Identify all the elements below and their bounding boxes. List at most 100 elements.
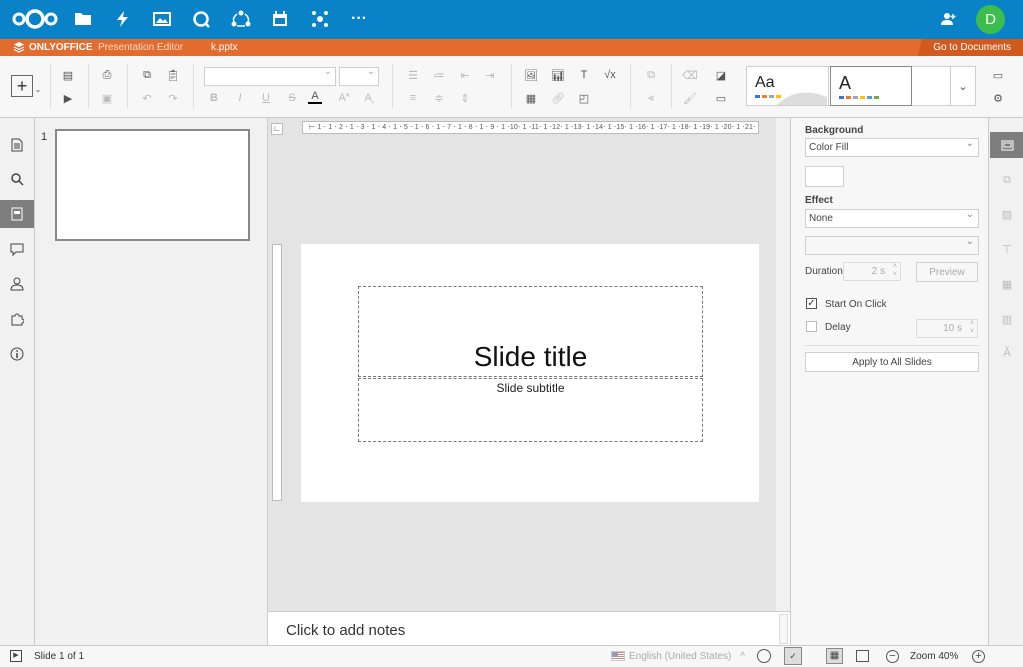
increase-indent-icon[interactable]: ⇥ — [480, 66, 500, 84]
slide-canvas[interactable]: Slide title Slide subtitle — [301, 244, 759, 502]
strikethrough-icon[interactable]: S — [282, 89, 302, 107]
spellcheck-icon[interactable]: ✓ — [784, 647, 802, 665]
title-placeholder[interactable]: Slide title — [358, 286, 703, 377]
calendar-icon[interactable] — [268, 8, 292, 30]
about-icon[interactable] — [0, 340, 34, 368]
slide-settings-icon[interactable] — [990, 132, 1023, 158]
bold-icon[interactable]: B — [204, 89, 224, 107]
insert-link-icon[interactable]: 🔗︎ — [548, 89, 568, 107]
view-settings-icon[interactable]: ▭ — [988, 66, 1008, 84]
insert-chart-icon[interactable]: 📊︎ — [548, 66, 568, 84]
nextcloud-logo[interactable] — [10, 7, 60, 31]
decrease-indent-icon[interactable]: ⇤ — [455, 66, 475, 84]
change-layout-icon[interactable]: ▤ — [58, 66, 78, 84]
add-slide-dropdown-icon[interactable]: ⌄ — [34, 80, 42, 98]
copy-style-icon[interactable]: 🖌︎ — [680, 89, 700, 107]
line-spacing-icon[interactable]: ⇕ — [455, 89, 475, 107]
paste-icon[interactable]: 📋︎ — [163, 66, 183, 84]
fit-to-width-icon[interactable] — [856, 650, 869, 662]
vertical-align-icon[interactable]: ≑ — [429, 89, 449, 107]
horizontal-ruler[interactable]: ⊢ 1 ⋅ 1 ⋅ 2 ⋅ 1 ⋅ 3 ⋅ 1 ⋅ 4 ⋅ 1 ⋅ 5 ⋅ 1 … — [302, 121, 759, 134]
theme-item-1[interactable]: Aa — [747, 67, 829, 105]
file-name[interactable]: k.pptx — [211, 42, 238, 53]
language-select[interactable]: English (United States) — [629, 651, 731, 662]
file-menu-icon[interactable] — [0, 131, 34, 159]
underline-icon[interactable]: U — [256, 89, 276, 107]
delay-spinner[interactable]: 10 s ˄ ˅ — [916, 319, 978, 338]
slide-size-icon[interactable]: ▭ — [711, 89, 731, 107]
zoom-level[interactable]: Zoom 40% — [910, 651, 958, 662]
image-settings-icon[interactable]: ▨ — [990, 201, 1023, 227]
save-icon[interactable]: ▣ — [97, 89, 117, 107]
vertical-ruler[interactable] — [272, 244, 282, 501]
arrange-icon[interactable]: ⧉ — [641, 66, 661, 84]
go-to-documents-button[interactable]: Go to Documents — [918, 39, 1023, 56]
theme-item-2[interactable]: A — [830, 66, 912, 106]
chat-icon[interactable] — [0, 270, 34, 298]
start-slideshow-icon[interactable]: ▶ — [58, 89, 78, 107]
circles-icon[interactable] — [229, 8, 253, 30]
undo-icon[interactable]: ↶ — [137, 89, 157, 107]
zoom-out-icon[interactable]: − — [886, 650, 899, 663]
comments-icon[interactable] — [0, 235, 34, 263]
align-shapes-icon[interactable]: ⫷ — [641, 89, 661, 107]
slides-panel-icon[interactable] — [0, 200, 34, 228]
italic-icon[interactable]: I — [230, 89, 250, 107]
effect-type-select[interactable] — [805, 236, 979, 255]
doc-language-icon[interactable] — [757, 649, 771, 663]
slide-thumbnail[interactable] — [55, 129, 250, 241]
insert-image-icon[interactable]: 🖼︎ — [521, 66, 541, 84]
language-dropdown-icon[interactable]: ˄ — [740, 649, 745, 659]
more-icon[interactable]: ··· — [347, 8, 371, 30]
deck-icon[interactable] — [308, 8, 332, 30]
theme-gallery-expand-button[interactable]: ⌄ — [950, 66, 976, 106]
fit-to-slide-icon[interactable]: ▦ — [826, 648, 843, 664]
photos-icon[interactable] — [150, 8, 174, 30]
background-fill-select[interactable]: Color Fill — [805, 138, 979, 157]
copy-icon[interactable]: ⧉ — [137, 66, 157, 84]
background-color-swatch[interactable] — [805, 166, 844, 187]
subtitle-placeholder[interactable]: Slide subtitle — [358, 378, 703, 442]
notes-panel[interactable]: Click to add notes — [268, 611, 790, 645]
align-left-icon[interactable]: ≡ — [403, 89, 423, 107]
activity-icon[interactable] — [111, 8, 135, 30]
preview-button[interactable]: Preview — [916, 262, 978, 282]
insert-shape-icon[interactable]: ◰ — [574, 89, 594, 107]
start-on-click-checkbox[interactable]: ✓ — [806, 298, 817, 309]
font-color-icon[interactable]: A — [308, 89, 322, 104]
text-settings-icon[interactable]: ⊤ — [990, 236, 1023, 262]
effect-select[interactable]: None — [805, 209, 979, 228]
insert-textbox-icon[interactable]: T — [574, 66, 594, 84]
insert-table-icon[interactable]: ▦ — [521, 89, 541, 107]
plugins-icon[interactable] — [0, 305, 34, 333]
subscript-icon[interactable]: A˛ — [360, 89, 380, 107]
redo-icon[interactable]: ↷ — [163, 89, 183, 107]
files-icon[interactable] — [71, 8, 95, 30]
print-icon[interactable]: ⎙ — [97, 66, 117, 84]
text-art-settings-icon[interactable]: Ă — [990, 340, 1023, 366]
shape-settings-icon[interactable]: ⧉ — [990, 167, 1023, 193]
duration-spinner[interactable]: 2 s ˄ ˅ — [843, 262, 901, 281]
clear-style-icon[interactable]: ⌫ — [680, 66, 700, 84]
ruler-corner-icon[interactable]: ∟ — [271, 123, 283, 135]
add-slide-button[interactable]: + — [11, 75, 33, 97]
theme-item-3[interactable] — [913, 67, 951, 105]
editor-scrollbar-vertical[interactable] — [776, 118, 790, 611]
insert-equation-icon[interactable]: √x — [600, 66, 620, 84]
settings-gear-icon[interactable]: ⚙ — [988, 89, 1008, 107]
avatar[interactable]: D — [976, 5, 1005, 34]
play-slideshow-icon[interactable]: ▶ — [10, 650, 22, 662]
notes-scrollbar[interactable] — [779, 614, 788, 644]
bullets-icon[interactable]: ☰ — [403, 66, 423, 84]
zoom-in-icon[interactable]: + — [972, 650, 985, 663]
search-icon[interactable] — [0, 165, 34, 193]
delay-checkbox[interactable] — [806, 321, 817, 332]
numbering-icon[interactable]: ≔ — [429, 66, 449, 84]
font-size-select[interactable] — [339, 66, 379, 86]
font-family-select[interactable] — [204, 66, 336, 86]
table-settings-icon[interactable]: ▦ — [990, 271, 1023, 297]
superscript-icon[interactable]: A˟ — [334, 89, 354, 107]
chart-settings-icon[interactable]: ▥ — [990, 306, 1023, 332]
talk-icon[interactable] — [189, 8, 213, 30]
color-scheme-icon[interactable]: ◪ — [711, 66, 731, 84]
